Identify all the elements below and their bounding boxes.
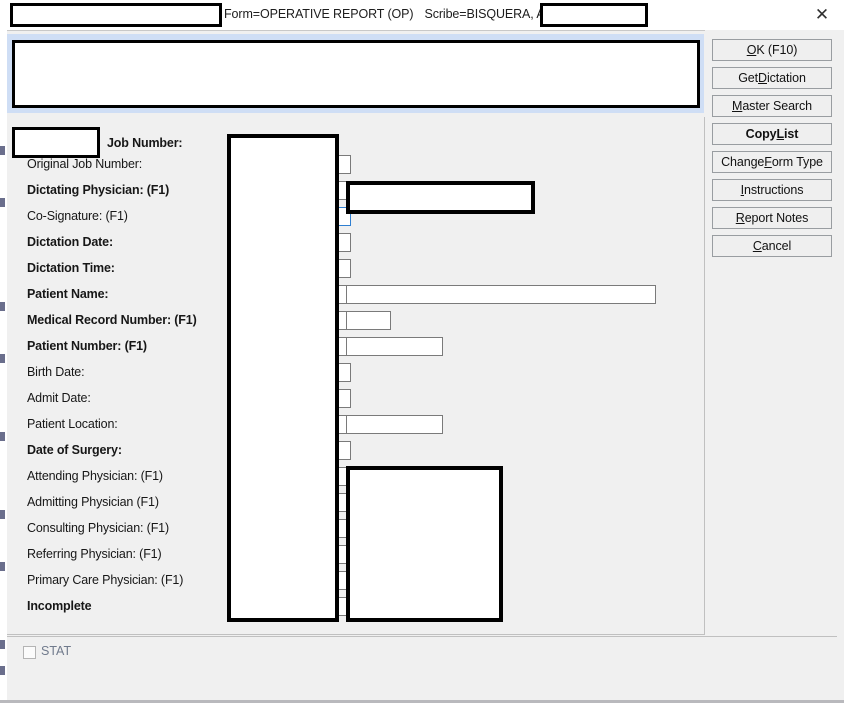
overlay-panel-main[interactable] <box>227 134 339 622</box>
stat-checkbox[interactable] <box>23 646 36 659</box>
field-label: Dictation Time: <box>27 261 115 275</box>
field-label: Birth Date: <box>27 365 85 379</box>
field-label: Patient Number: (F1) <box>27 339 147 353</box>
edge-marker <box>0 302 5 311</box>
form-row: Patient Location: <box>7 413 704 439</box>
field-input-extended[interactable] <box>346 337 443 356</box>
button-accelerator: R <box>735 211 745 225</box>
field-label: Primary Care Physician: (F1) <box>27 573 184 587</box>
action-button-panel: OK (F10) Get Dictation Master Search Copy L… <box>705 30 844 635</box>
button-label-post: K (F10) <box>756 43 798 57</box>
button-accelerator: F <box>764 155 772 169</box>
title-bar: Form=OPERATIVE REPORT (OP) Scribe=BISQUER… <box>0 0 844 30</box>
field-label: Original Job Number: <box>27 157 143 171</box>
field-label: Admit Date: <box>27 391 91 405</box>
button-label-post: eport Notes <box>744 211 809 225</box>
field-label: Consulting Physician: (F1) <box>27 521 169 535</box>
overlay-panel-physician[interactable] <box>346 181 535 214</box>
stat-label: STAT <box>41 644 72 658</box>
form-row: Dictation Time: <box>7 257 704 283</box>
action-button[interactable]: Instructions <box>712 179 832 201</box>
form-type-label: Form=OPERATIVE REPORT (OP) <box>224 7 414 21</box>
field-label: Dictating Physician: (F1) <box>27 183 170 197</box>
field-label: Patient Name: <box>27 287 109 301</box>
field-label: Dictation Date: <box>27 235 113 249</box>
job-number-label: Job Number: <box>107 136 183 150</box>
form-row: Original Job Number: <box>7 153 704 179</box>
button-label-post: nstructions <box>744 183 804 197</box>
window-left-edge <box>0 30 7 700</box>
action-button[interactable]: Master Search <box>712 95 832 117</box>
field-input-extended[interactable] <box>346 311 391 330</box>
scribe-value-input[interactable] <box>540 3 648 27</box>
edge-marker <box>0 562 5 571</box>
edge-marker <box>0 354 5 363</box>
close-icon[interactable]: ✕ <box>800 0 844 30</box>
action-button[interactable]: Report Notes <box>712 207 832 229</box>
edge-marker <box>0 666 5 675</box>
button-label-post: orm Type <box>771 155 823 169</box>
button-label-post: ictation <box>766 71 806 85</box>
field-input-extended[interactable] <box>346 285 656 304</box>
button-accelerator: L <box>776 127 785 141</box>
button-accelerator: D <box>758 71 767 85</box>
form-row: Medical Record Number: (F1) <box>7 309 704 335</box>
action-button[interactable]: Cancel <box>712 235 832 257</box>
edge-marker <box>0 146 5 155</box>
field-label: Attending Physician: (F1) <box>27 469 163 483</box>
button-label-post: ancel <box>761 239 792 253</box>
form-row: Patient Number: (F1) <box>7 335 704 361</box>
action-button[interactable]: OK (F10) <box>712 39 832 61</box>
field-label: Date of Surgery: <box>27 443 122 457</box>
action-button[interactable]: Get Dictation <box>712 67 832 89</box>
edge-marker <box>0 198 5 207</box>
form-row: Admit Date: <box>7 387 704 413</box>
field-input-extended[interactable] <box>346 415 443 434</box>
button-label-pre: Get <box>738 71 759 85</box>
button-accelerator: O <box>746 43 757 57</box>
button-accelerator: C <box>752 239 762 253</box>
button-label-pre: Copy <box>745 127 777 141</box>
job-number-input[interactable] <box>12 127 100 158</box>
field-label: Co-Signature: (F1) <box>27 209 128 223</box>
field-label: Incomplete <box>27 599 92 613</box>
status-bar: STAT <box>7 636 837 697</box>
form-row: Patient Name: <box>7 283 704 309</box>
button-label-post: aster Search <box>742 99 812 113</box>
form-row: Dictation Date: <box>7 231 704 257</box>
button-label-pre: Change <box>721 155 765 169</box>
form-row: Date of Surgery: <box>7 439 704 465</box>
edge-marker <box>0 640 5 649</box>
form-row: Birth Date: <box>7 361 704 387</box>
operative-report-window: Form=OPERATIVE REPORT (OP) Scribe=BISQUER… <box>0 0 844 703</box>
report-title-input[interactable] <box>10 3 222 27</box>
title-bar-info: Form=OPERATIVE REPORT (OP) Scribe=BISQUER… <box>224 7 580 21</box>
overlay-panel-notes[interactable] <box>346 466 503 622</box>
action-button[interactable]: Change Form Type <box>712 151 832 173</box>
edge-marker <box>0 432 5 441</box>
field-label: Patient Location: <box>27 417 118 431</box>
action-button[interactable]: Copy List <box>712 123 832 145</box>
button-accelerator: M <box>732 99 743 113</box>
field-label: Medical Record Number: (F1) <box>27 313 197 327</box>
button-label-post: ist <box>784 127 799 141</box>
edge-marker <box>0 510 5 519</box>
dictation-text-area[interactable] <box>12 40 700 108</box>
field-label: Admitting Physician (F1) <box>27 495 159 509</box>
field-label: Referring Physician: (F1) <box>27 547 162 561</box>
